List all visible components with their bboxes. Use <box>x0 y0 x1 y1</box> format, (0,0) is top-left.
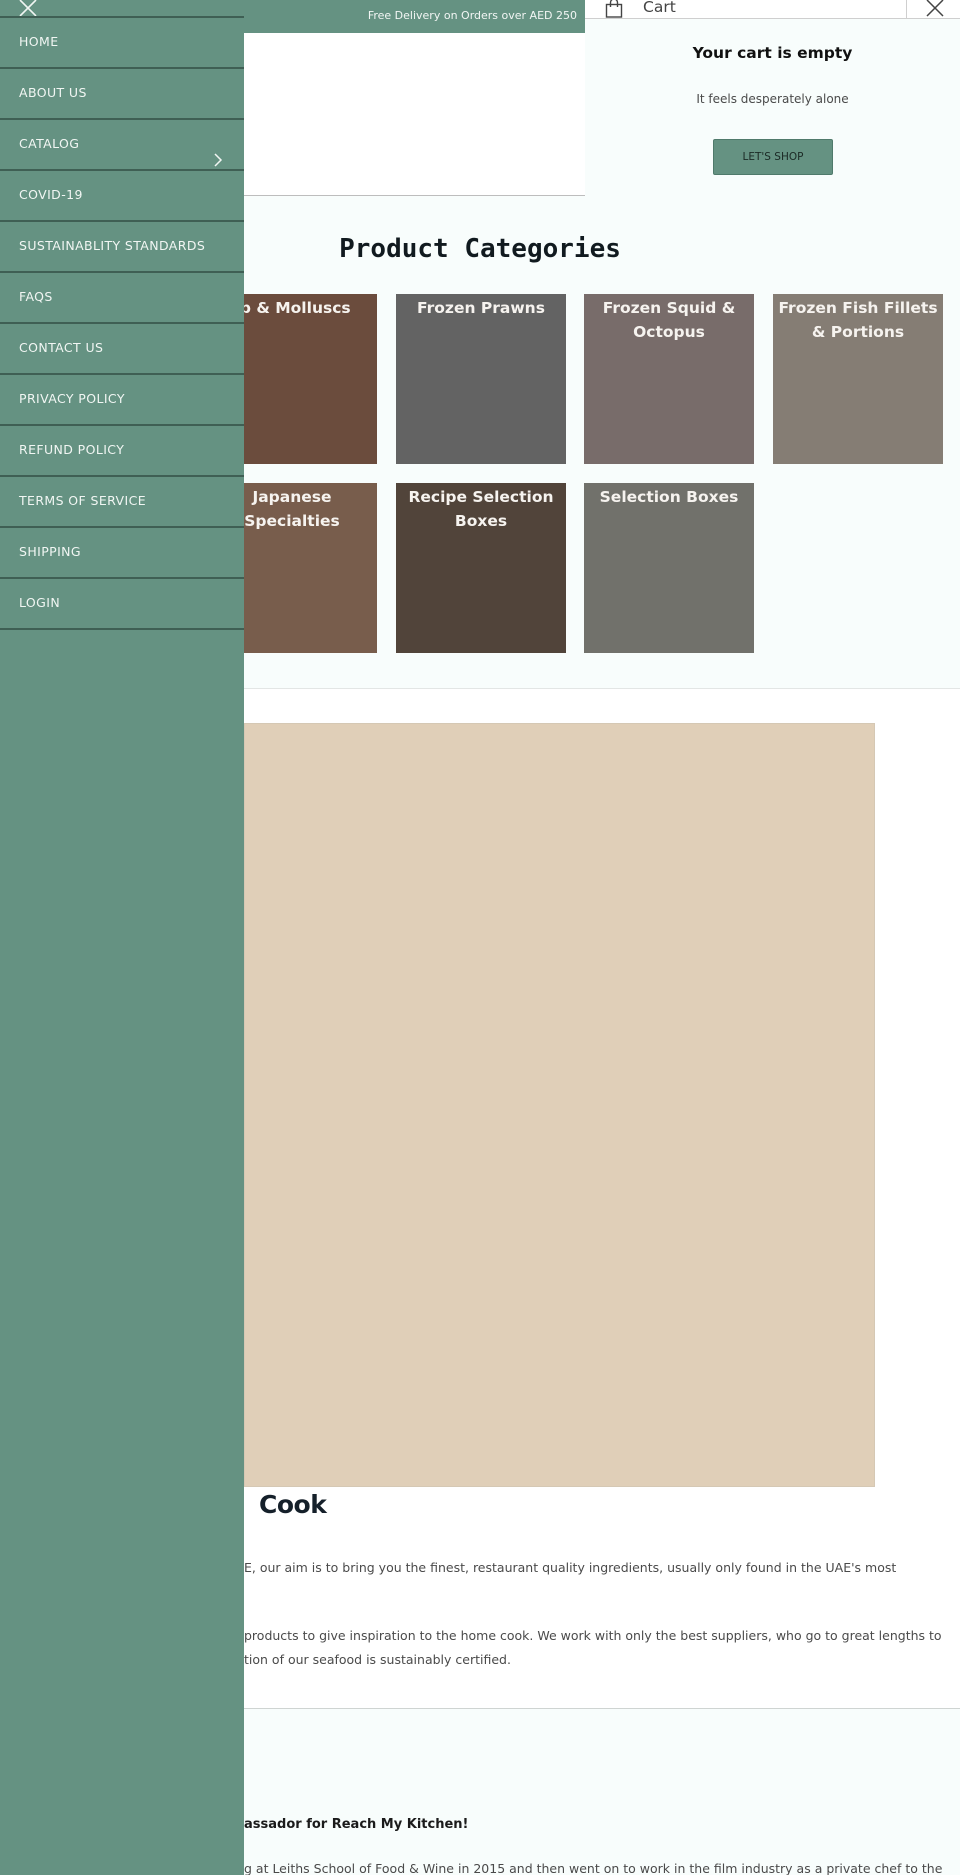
menu-item-label: Refund Policy <box>19 442 125 457</box>
category-tile-selection-boxes[interactable]: Selection Boxes <box>584 483 754 653</box>
menu-item-label: Contact Us <box>19 340 104 355</box>
category-tile-frozen-prawns[interactable]: Frozen Prawns <box>396 294 566 464</box>
menu-item-label: COVID-19 <box>19 187 83 202</box>
about-paragraph-1: E, our aim is to bring you the finest, r… <box>244 1560 897 1575</box>
category-tile-recipe-selection-boxes[interactable]: Recipe Selection Boxes <box>396 483 566 653</box>
category-tile-frozen-fish-fillets[interactable]: Frozen Fish Fillets & Portions <box>773 294 943 464</box>
category-tile-label: Selection Boxes <box>599 488 739 506</box>
menu-item-label: Shipping <box>19 544 82 559</box>
menu-item-label: Privacy Policy <box>19 391 125 406</box>
ambassador-section: assador for Reach My Kitchen! g at Leith… <box>244 1708 960 1875</box>
menu-item-login[interactable]: Login <box>0 579 244 630</box>
category-tile-label: Frozen Fish Fillets <box>778 299 938 317</box>
menu-item-about-us[interactable]: About Us <box>0 69 244 120</box>
menu-item-label: Catalog <box>19 136 80 151</box>
menu-item-refund-policy[interactable]: Refund Policy <box>0 426 244 477</box>
category-tile-label: Octopus <box>633 323 705 341</box>
chevron-right-icon[interactable] <box>212 152 224 168</box>
category-tile-label: Frozen Squid & <box>602 299 736 317</box>
drawer-menu: Home About Us Catalog COVID-19 Sustainab… <box>0 18 244 630</box>
about-heading: Cook <box>259 1490 327 1519</box>
menu-item-contact-us[interactable]: Contact Us <box>0 324 244 375</box>
cart-header-divider <box>906 0 907 19</box>
shopping-bag-icon <box>605 0 623 18</box>
about-paragraph-2-line-2: tion of our seafood is sustainably certi… <box>244 1652 511 1667</box>
menu-item-label: Login <box>19 595 61 610</box>
menu-item-label: Home <box>19 34 59 49</box>
site-header <box>244 33 585 196</box>
category-tile-label: Boxes <box>454 512 508 530</box>
close-icon[interactable] <box>925 0 945 17</box>
cart-header: Cart <box>585 0 960 19</box>
menu-item-label: Terms of Service <box>19 493 147 508</box>
cart-title: Cart <box>643 0 676 16</box>
about-image <box>244 723 875 1487</box>
about-paragraph-2-line-1: products to give inspiration to the home… <box>244 1628 942 1643</box>
section-title: Product Categories <box>339 234 621 264</box>
cart-empty-subtitle: It feels desperately alone <box>696 92 849 106</box>
menu-item-privacy-policy[interactable]: Privacy Policy <box>0 375 244 426</box>
ambassador-title: assador for Reach My Kitchen! <box>244 1817 469 1832</box>
menu-item-covid-19[interactable]: COVID-19 <box>0 171 244 222</box>
menu-item-sustainability-standards[interactable]: Sustainablity Standards <box>0 222 244 273</box>
menu-item-label: FAQs <box>19 289 53 304</box>
menu-item-label: About Us <box>19 85 87 100</box>
close-icon[interactable] <box>18 0 38 16</box>
category-tile-frozen-squid-octopus[interactable]: Frozen Squid & Octopus <box>584 294 754 464</box>
announcement-text: Free Delivery on Orders over AED 250 <box>367 9 577 22</box>
cart-drawer: Cart Your cart is empty It feels despera… <box>585 0 960 196</box>
category-tile-label: Recipe Selection <box>408 488 554 506</box>
category-tile-label: & Portions <box>811 323 905 341</box>
menu-item-catalog[interactable]: Catalog <box>0 120 244 171</box>
menu-item-shipping[interactable]: Shipping <box>0 528 244 579</box>
ambassador-text: g at Leiths School of Food & Wine in 201… <box>244 1861 943 1875</box>
navigation-drawer: Home About Us Catalog COVID-19 Sustainab… <box>0 0 244 1875</box>
cart-empty-title: Your cart is empty <box>692 44 853 62</box>
menu-item-terms-of-service[interactable]: Terms of Service <box>0 477 244 528</box>
menu-item-home[interactable]: Home <box>0 18 244 69</box>
menu-item-faqs[interactable]: FAQs <box>0 273 244 324</box>
category-tile-label: Frozen Prawns <box>417 299 545 317</box>
menu-item-label: Sustainablity Standards <box>19 238 206 253</box>
lets-shop-button[interactable]: LET'S SHOP <box>713 139 833 175</box>
